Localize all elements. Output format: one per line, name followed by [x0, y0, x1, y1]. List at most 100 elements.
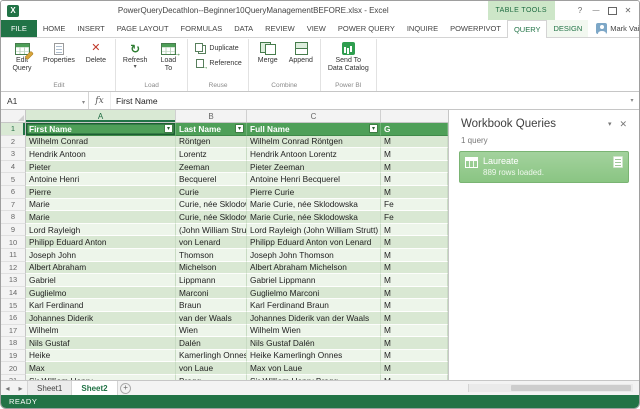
column-header-partial[interactable] [381, 110, 448, 122]
data-cell[interactable]: Marie Curie, née Sklodowska [247, 199, 381, 212]
row-header-7[interactable]: 7 [1, 199, 26, 212]
filter-dropdown-icon[interactable] [164, 124, 173, 133]
row-header-17[interactable]: 17 [1, 325, 26, 338]
data-cell[interactable]: M [381, 299, 448, 312]
data-cell[interactable]: M [381, 337, 448, 350]
excel-logo-icon[interactable] [7, 5, 19, 17]
row-header-13[interactable]: 13 [1, 274, 26, 287]
data-cell[interactable]: M [381, 161, 448, 174]
data-cell[interactable]: Joseph John [26, 249, 176, 262]
data-cell[interactable]: Curie, née Sklodowska [176, 211, 247, 224]
data-cell[interactable]: Joseph John Thomson [247, 249, 381, 262]
formula-bar-expand-icon[interactable] [625, 92, 639, 109]
data-cell[interactable]: Karl Ferdinand Braun [247, 299, 381, 312]
column-header-a[interactable]: A [26, 110, 176, 122]
row-header-18[interactable]: 18 [1, 337, 26, 350]
data-cell[interactable]: Marie [26, 199, 176, 212]
data-cell[interactable]: Röntgen [176, 136, 247, 149]
ribbon-tab-inquire[interactable]: INQUIRE [401, 20, 444, 37]
data-cell[interactable]: M [381, 325, 448, 338]
data-cell[interactable]: Curie, née Sklodowska [176, 199, 247, 212]
ribbon-tab-power-query[interactable]: POWER QUERY [332, 20, 401, 37]
data-cell[interactable]: Max von Laue [247, 362, 381, 375]
data-cell[interactable]: M [381, 362, 448, 375]
row-header-14[interactable]: 14 [1, 287, 26, 300]
help-icon[interactable] [573, 4, 587, 17]
filter-dropdown-icon[interactable] [235, 124, 244, 133]
ribbon-tab-powerpivot[interactable]: POWERPIVOT [444, 20, 507, 37]
row-header-19[interactable]: 19 [1, 350, 26, 363]
data-cell[interactable]: M [381, 312, 448, 325]
data-cell[interactable]: Kamerlingh Onnes [176, 350, 247, 363]
row-header-15[interactable]: 15 [1, 299, 26, 312]
row-header-1[interactable]: 1 [1, 123, 26, 136]
data-cell[interactable]: Heike Kamerlingh Onnes [247, 350, 381, 363]
edit-query-button[interactable]: EditQuery [6, 39, 38, 73]
data-cell[interactable]: Philipp Eduard Anton von Lenard [247, 236, 381, 249]
data-cell[interactable]: Nils Gustaf [26, 337, 176, 350]
data-cell[interactable]: von Lenard [176, 236, 247, 249]
data-cell[interactable]: Curie [176, 186, 247, 199]
header-cell[interactable]: Full Name [247, 123, 381, 136]
minimize-icon[interactable] [589, 4, 603, 17]
data-cell[interactable]: Pieter Zeeman [247, 161, 381, 174]
row-header-8[interactable]: 8 [1, 211, 26, 224]
data-cell[interactable]: Albert Abraham [26, 262, 176, 275]
merge-button[interactable]: Merge [252, 39, 284, 65]
data-cell[interactable]: Wilhelm Wien [247, 325, 381, 338]
data-cell[interactable]: Karl Ferdinand [26, 299, 176, 312]
data-cell[interactable]: Marconi [176, 287, 247, 300]
column-header-c[interactable]: C [247, 110, 381, 122]
sheet-nav-right-icon[interactable] [14, 381, 27, 395]
send-to-data-catalog-button[interactable]: Send ToData Catalog [324, 39, 373, 73]
data-cell[interactable]: Albert Abraham Michelson [247, 262, 381, 275]
data-cell[interactable]: M [381, 136, 448, 149]
sheet-tab-sheet2[interactable]: Sheet2 [72, 381, 117, 395]
row-header-3[interactable]: 3 [1, 148, 26, 161]
row-header-16[interactable]: 16 [1, 312, 26, 325]
ribbon-tab-file[interactable]: FILE [1, 20, 37, 37]
data-cell[interactable]: Max [26, 362, 176, 375]
row-header-5[interactable]: 5 [1, 173, 26, 186]
data-cell[interactable]: Hendrik Antoon Lorentz [247, 148, 381, 161]
ribbon-tab-query[interactable]: QUERY [507, 20, 548, 38]
filter-dropdown-icon[interactable] [369, 124, 378, 133]
row-header-9[interactable]: 9 [1, 224, 26, 237]
ribbon-tab-formulas[interactable]: FORMULAS [175, 20, 229, 37]
ribbon-tab-home[interactable]: HOME [37, 20, 72, 37]
column-header-b[interactable]: B [176, 110, 247, 122]
data-cell[interactable]: Becquerel [176, 173, 247, 186]
data-cell[interactable]: Fe [381, 211, 448, 224]
data-cell[interactable]: Marie Curie, née Sklodowska [247, 211, 381, 224]
data-cell[interactable]: M [381, 236, 448, 249]
close-icon[interactable] [621, 4, 635, 17]
data-cell[interactable]: Nils Gustaf Dalén [247, 337, 381, 350]
ribbon-tab-review[interactable]: REVIEW [259, 20, 301, 37]
data-cell[interactable]: Lord Rayleigh (John William Strutt) [247, 224, 381, 237]
data-cell[interactable]: M [381, 287, 448, 300]
data-cell[interactable]: Fe [381, 199, 448, 212]
name-box-dropdown-icon[interactable] [82, 96, 88, 106]
data-cell[interactable]: Pierre [26, 186, 176, 199]
data-cell[interactable]: Braun [176, 299, 247, 312]
header-cell[interactable]: Last Name [176, 123, 247, 136]
data-cell[interactable]: M [381, 148, 448, 161]
data-cell[interactable]: M [381, 249, 448, 262]
data-cell[interactable]: Wilhelm Conrad [26, 136, 176, 149]
header-cell[interactable]: First Name [26, 123, 176, 136]
data-cell[interactable]: M [381, 173, 448, 186]
data-cell[interactable]: Johannes Diderik van der Waals [247, 312, 381, 325]
refresh-button[interactable]: Refresh [119, 39, 152, 70]
data-cell[interactable]: Dalén [176, 337, 247, 350]
data-cell[interactable]: Gabriel [26, 274, 176, 287]
restore-icon[interactable] [605, 4, 619, 17]
ribbon-tab-insert[interactable]: INSERT [71, 20, 110, 37]
data-cell[interactable]: Zeeman [176, 161, 247, 174]
data-cell[interactable]: M [381, 224, 448, 237]
data-cell[interactable]: Pieter [26, 161, 176, 174]
sheet-nav-left-icon[interactable] [1, 381, 14, 395]
horizontal-scrollbar[interactable] [468, 384, 633, 392]
data-cell[interactable]: Lord Rayleigh [26, 224, 176, 237]
row-header-10[interactable]: 10 [1, 236, 26, 249]
delete-button[interactable]: Delete [80, 39, 112, 65]
